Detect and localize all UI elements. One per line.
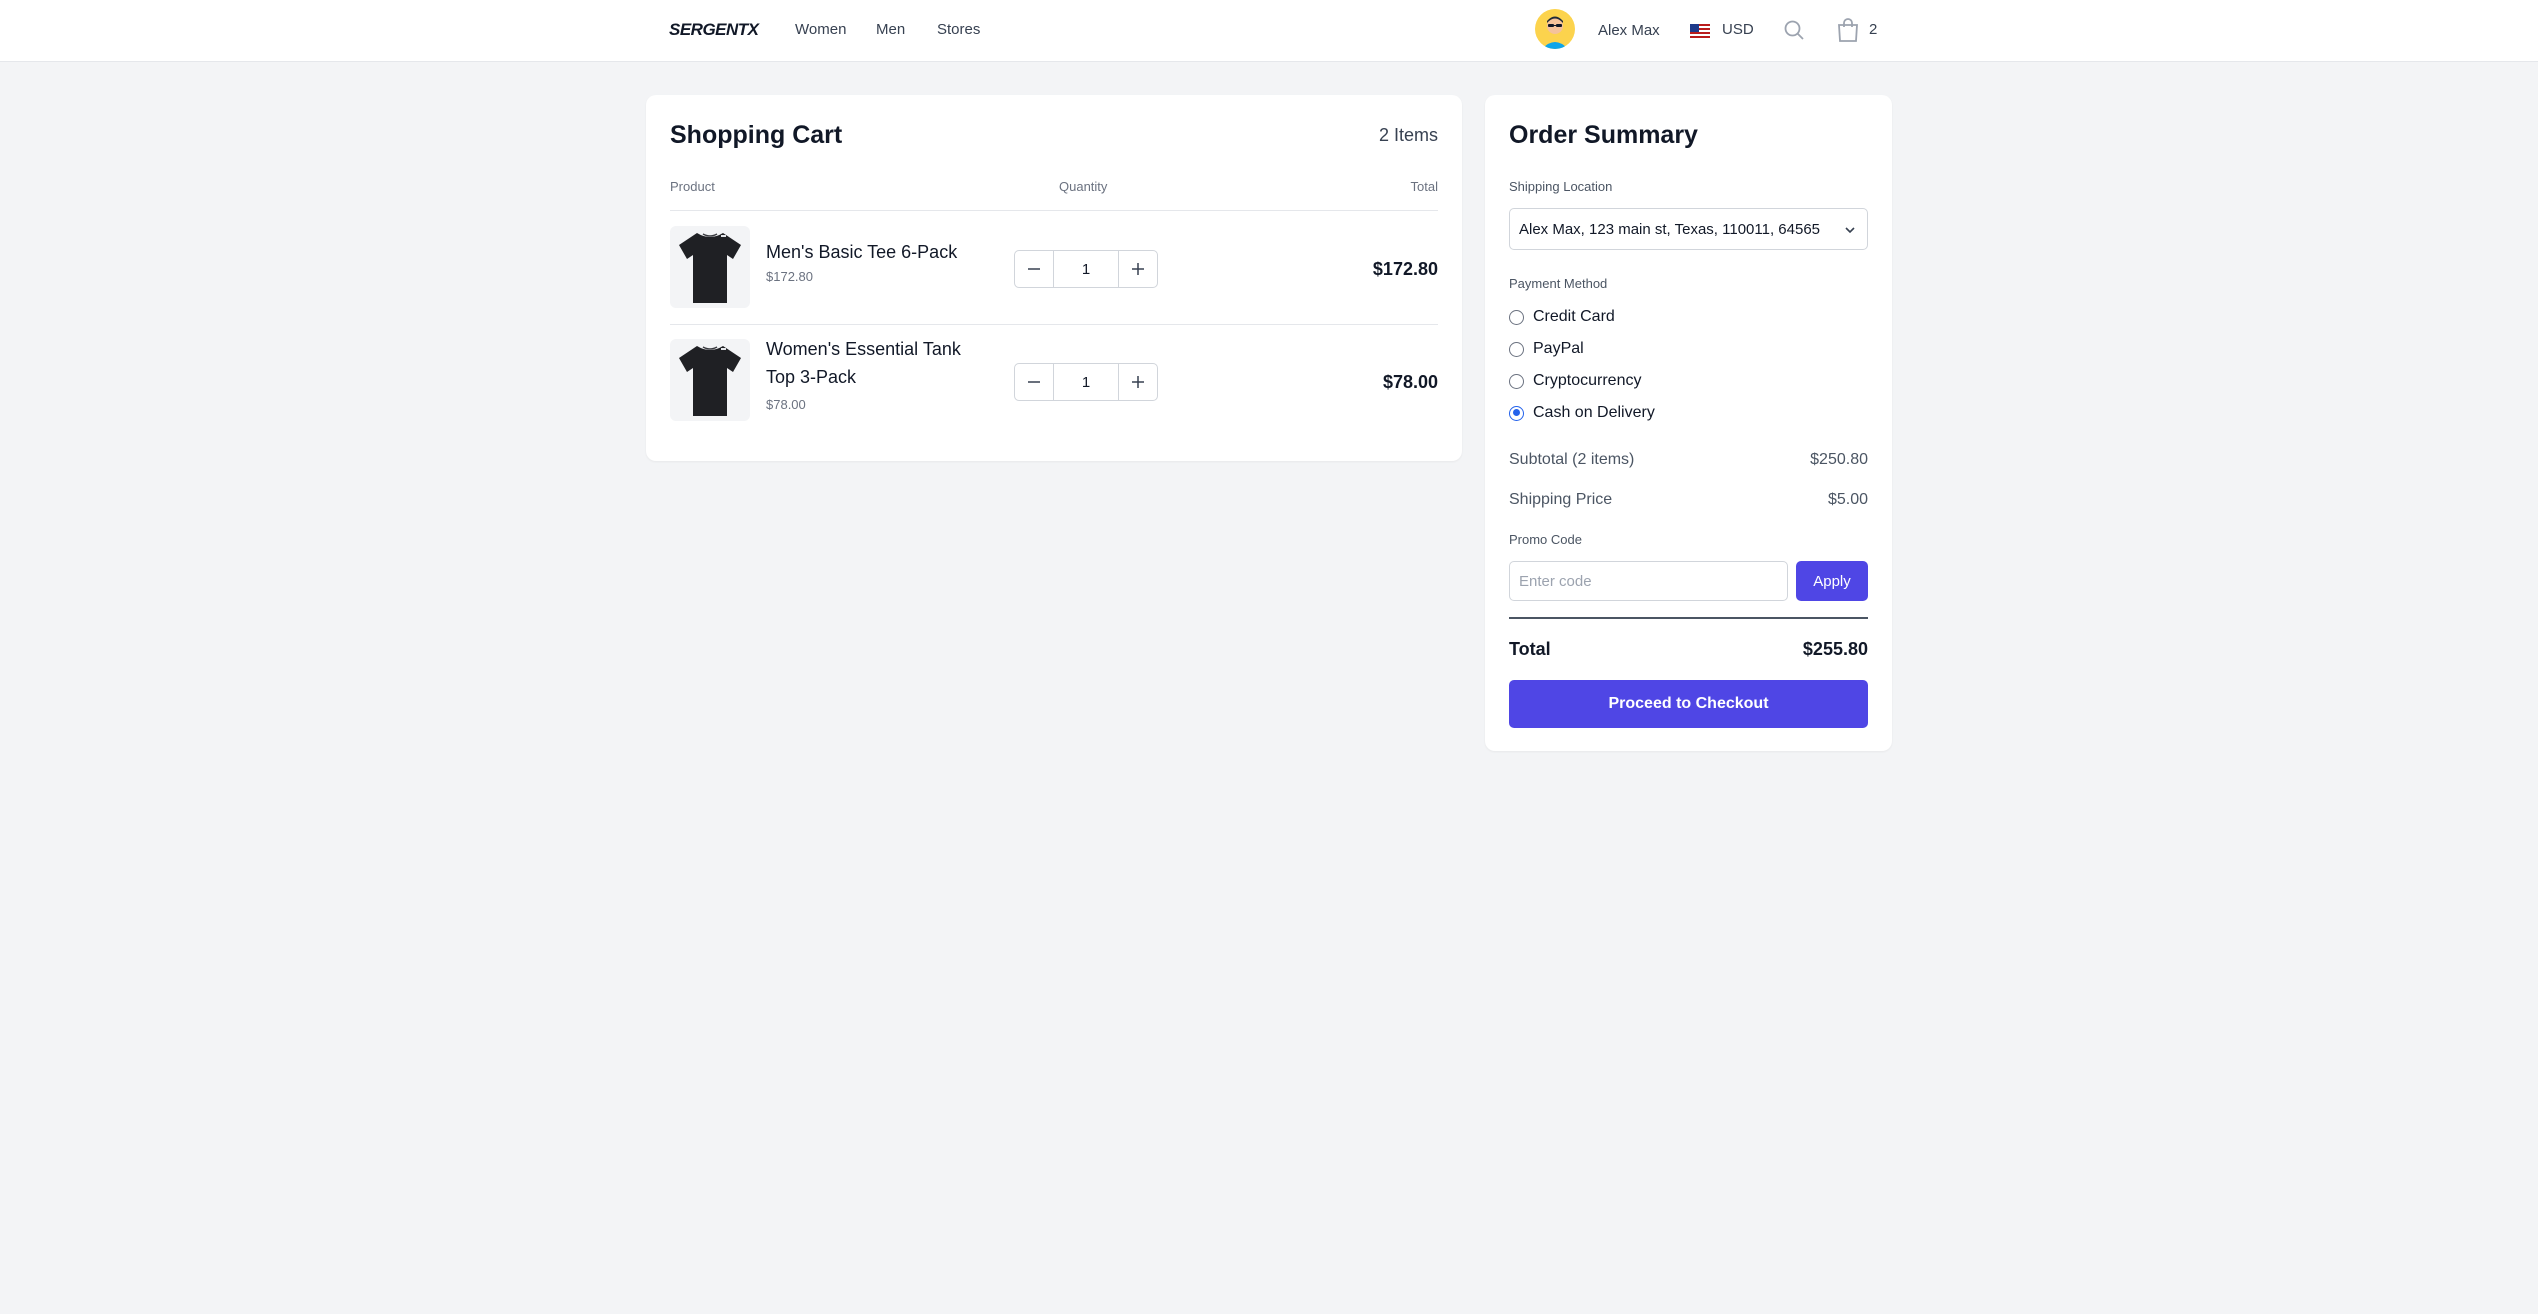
subtotal-value: $250.80 bbox=[1810, 451, 1868, 468]
shipping-price-label: Shipping Price bbox=[1509, 491, 1613, 508]
product-image[interactable] bbox=[670, 339, 750, 421]
nav-men[interactable]: Men bbox=[876, 21, 905, 38]
chevron-down-icon bbox=[1845, 227, 1855, 234]
shopping-bag-icon[interactable] bbox=[1836, 17, 1860, 43]
total-value: $255.80 bbox=[1802, 639, 1868, 659]
item-total: $78.00 bbox=[1382, 372, 1438, 392]
product-unit-price: $78.00 bbox=[766, 397, 806, 412]
product-image[interactable] bbox=[670, 226, 750, 308]
payment-option-label: Cash on Delivery bbox=[1533, 404, 1655, 421]
radio-credit-card[interactable] bbox=[1509, 309, 1524, 325]
product-name[interactable]: Women's Essential Tank Top 3-Pack bbox=[766, 335, 986, 391]
product-unit-price: $172.80 bbox=[766, 269, 813, 284]
brand-logo[interactable]: SERGENTX bbox=[669, 20, 759, 40]
tshirt-icon bbox=[679, 346, 741, 416]
shipping-price-row: Shipping Price $5.00 bbox=[1509, 491, 1868, 509]
nav-women[interactable]: Women bbox=[795, 21, 846, 38]
increase-quantity-button[interactable] bbox=[1118, 363, 1158, 401]
cart-title: Shopping Cart bbox=[670, 121, 843, 149]
shipping-location-select[interactable]: Alex Max, 123 main st, Texas, 110011, 64… bbox=[1509, 208, 1868, 250]
column-total: Total bbox=[1410, 179, 1438, 194]
divider bbox=[670, 324, 1438, 325]
user-name[interactable]: Alex Max bbox=[1598, 22, 1660, 39]
minus-icon bbox=[1028, 268, 1040, 270]
payment-option-label: Cryptocurrency bbox=[1533, 372, 1642, 389]
quantity-value[interactable]: 1 bbox=[1054, 250, 1118, 288]
plus-icon bbox=[1132, 263, 1144, 275]
item-total: $172.80 bbox=[1372, 259, 1438, 279]
radio-cash-on-delivery[interactable] bbox=[1509, 405, 1524, 421]
decrease-quantity-button[interactable] bbox=[1014, 363, 1054, 401]
divider bbox=[670, 210, 1438, 211]
payment-method-label: Payment Method bbox=[1509, 276, 1608, 291]
header-inner: SERGENTX Women Men Stores Alex Max USD 2 bbox=[645, 0, 1893, 62]
minus-icon bbox=[1028, 381, 1040, 383]
cart-item: Men's Basic Tee 6-Pack $172.80 1 $172.80 bbox=[670, 226, 1438, 310]
increase-quantity-button[interactable] bbox=[1118, 250, 1158, 288]
shipping-location-label: Shipping Location bbox=[1509, 179, 1613, 194]
summary-title: Order Summary bbox=[1509, 121, 1698, 149]
apply-promo-button[interactable]: Apply bbox=[1796, 561, 1868, 601]
decrease-quantity-button[interactable] bbox=[1014, 250, 1054, 288]
currency-selector[interactable]: USD bbox=[1722, 21, 1754, 38]
shipping-price-value: $5.00 bbox=[1827, 491, 1868, 508]
payment-option-cryptocurrency[interactable]: Cryptocurrency bbox=[1509, 371, 1641, 391]
nav-stores[interactable]: Stores bbox=[937, 21, 980, 38]
search-icon[interactable] bbox=[1782, 18, 1806, 42]
radio-cryptocurrency[interactable] bbox=[1509, 373, 1524, 389]
plus-icon bbox=[1132, 376, 1144, 388]
cart-count-badge[interactable]: 2 bbox=[1869, 21, 1877, 38]
radio-paypal[interactable] bbox=[1509, 341, 1524, 357]
avatar[interactable] bbox=[1535, 9, 1575, 49]
payment-option-credit-card[interactable]: Credit Card bbox=[1509, 307, 1615, 327]
product-name[interactable]: Men's Basic Tee 6-Pack bbox=[766, 238, 986, 266]
subtotal-label: Subtotal (2 items) bbox=[1509, 451, 1635, 468]
cart-item: Women's Essential Tank Top 3-Pack $78.00… bbox=[670, 339, 1438, 423]
payment-option-cash-on-delivery[interactable]: Cash on Delivery bbox=[1509, 403, 1655, 423]
shipping-location-value: Alex Max, 123 main st, Texas, 110011, 64… bbox=[1519, 221, 1821, 238]
order-summary-card: Order Summary Shipping Location Alex Max… bbox=[1485, 95, 1892, 751]
promo-code-label: Promo Code bbox=[1509, 532, 1582, 547]
column-product: Product bbox=[670, 179, 715, 194]
us-flag-icon[interactable] bbox=[1690, 24, 1710, 38]
shopping-cart-card: Shopping Cart 2 Items Product Quantity T… bbox=[646, 95, 1462, 461]
quantity-stepper: 1 bbox=[1014, 363, 1158, 401]
top-header: SERGENTX Women Men Stores Alex Max USD 2 bbox=[0, 0, 2538, 62]
payment-option-label: Credit Card bbox=[1533, 308, 1615, 325]
cart-item-count: 2 Items bbox=[1378, 125, 1438, 145]
promo-code-input[interactable] bbox=[1509, 561, 1788, 601]
payment-option-paypal[interactable]: PayPal bbox=[1509, 339, 1584, 359]
quantity-value[interactable]: 1 bbox=[1054, 363, 1118, 401]
total-divider bbox=[1509, 617, 1868, 619]
quantity-stepper: 1 bbox=[1014, 250, 1158, 288]
subtotal-row: Subtotal (2 items) $250.80 bbox=[1509, 451, 1868, 469]
total-label: Total bbox=[1509, 639, 1551, 659]
payment-option-label: PayPal bbox=[1533, 340, 1584, 357]
proceed-to-checkout-button[interactable]: Proceed to Checkout bbox=[1509, 680, 1868, 728]
avatar-icon bbox=[1535, 9, 1575, 49]
tshirt-icon bbox=[679, 233, 741, 303]
column-quantity: Quantity bbox=[1059, 179, 1108, 194]
